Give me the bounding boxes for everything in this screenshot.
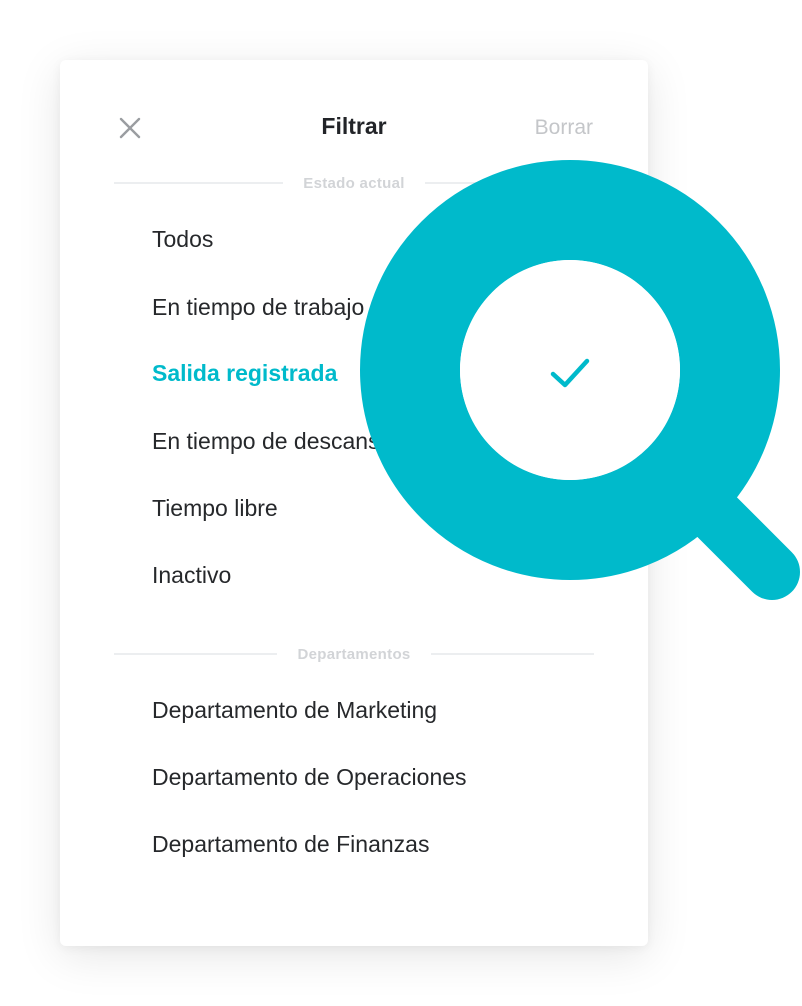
department-option-finance[interactable]: Departamento de Finanzas <box>152 831 429 858</box>
status-option-todos[interactable]: Todos <box>152 226 213 253</box>
clear-button[interactable]: Borrar <box>535 116 593 140</box>
departments-section-label: Departamentos <box>297 645 411 663</box>
departments-section-divider: Departamentos <box>114 644 595 664</box>
divider-line <box>424 182 594 184</box>
status-option-time-off[interactable]: Tiempo libre <box>152 495 278 522</box>
department-option-marketing[interactable]: Departamento de Marketing <box>152 697 437 724</box>
screen: Filtrar Borrar Estado actual Todos En ti… <box>0 0 802 1006</box>
divider-line <box>114 653 278 655</box>
status-option-on-break[interactable]: En tiempo de descanso <box>152 428 392 455</box>
divider-line <box>114 182 284 184</box>
status-section-divider: Estado actual <box>114 173 594 193</box>
divider-line <box>430 653 595 655</box>
department-option-operations[interactable]: Departamento de Operaciones <box>152 764 467 791</box>
status-option-clocked-out[interactable]: Salida registrada <box>152 360 337 387</box>
status-option-working[interactable]: En tiempo de trabajo <box>152 294 364 321</box>
status-option-inactive[interactable]: Inactivo <box>152 562 231 589</box>
status-section-label: Estado actual <box>303 174 405 192</box>
check-icon <box>550 358 590 388</box>
filter-panel: Filtrar Borrar Estado actual Todos En ti… <box>60 60 648 946</box>
